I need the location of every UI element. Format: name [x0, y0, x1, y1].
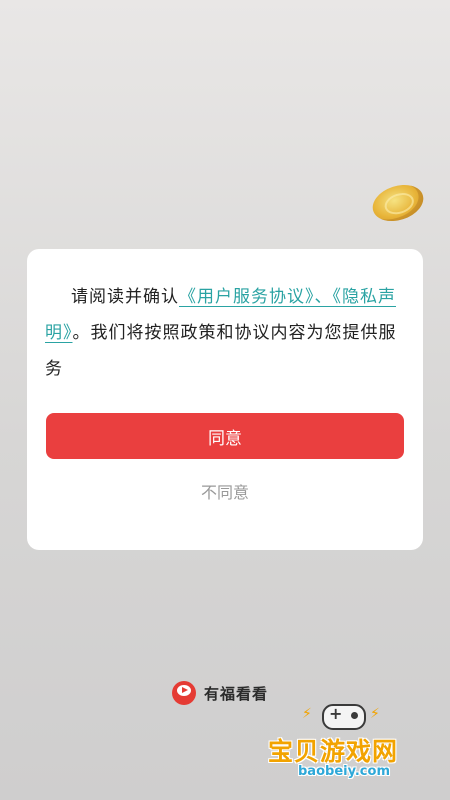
spark-icon: ⚡ [302, 706, 312, 722]
app-brand: 有福看看 [172, 680, 268, 706]
disagree-button[interactable]: 不同意 [46, 471, 404, 511]
play-badge-icon [172, 681, 196, 705]
spark-icon: ⚡ [370, 706, 380, 722]
privacy-consent-dialog: 请阅读并确认《用户服务协议》、《隐私声明》。我们将按照政策和协议内容为您提供服务… [27, 249, 423, 550]
user-agreement-link[interactable]: 《用户服务协议》、 [179, 287, 333, 307]
app-name: 有福看看 [204, 684, 269, 703]
watermark-title: 宝贝游戏网 [268, 737, 399, 766]
gamepad-icon [322, 704, 366, 730]
app-screen: 请阅读并确认《用户服务协议》、《隐私声明》。我们将按照政策和协议内容为您提供服务… [0, 0, 450, 800]
site-watermark: ⚡ ⚡ 宝贝游戏网 baobeiy.com [262, 700, 438, 790]
agree-button[interactable]: 同意 [46, 413, 404, 459]
consent-text-suffix: 。我们将按照政策和协议内容为您提供服务 [45, 323, 397, 379]
watermark-url: baobeiy.com [298, 764, 390, 779]
consent-text-prefix: 请阅读并确认 [71, 287, 179, 307]
consent-message: 请阅读并确认《用户服务协议》、《隐私声明》。我们将按照政策和协议内容为您提供服务 [45, 279, 407, 387]
gold-coin-icon [368, 178, 428, 228]
